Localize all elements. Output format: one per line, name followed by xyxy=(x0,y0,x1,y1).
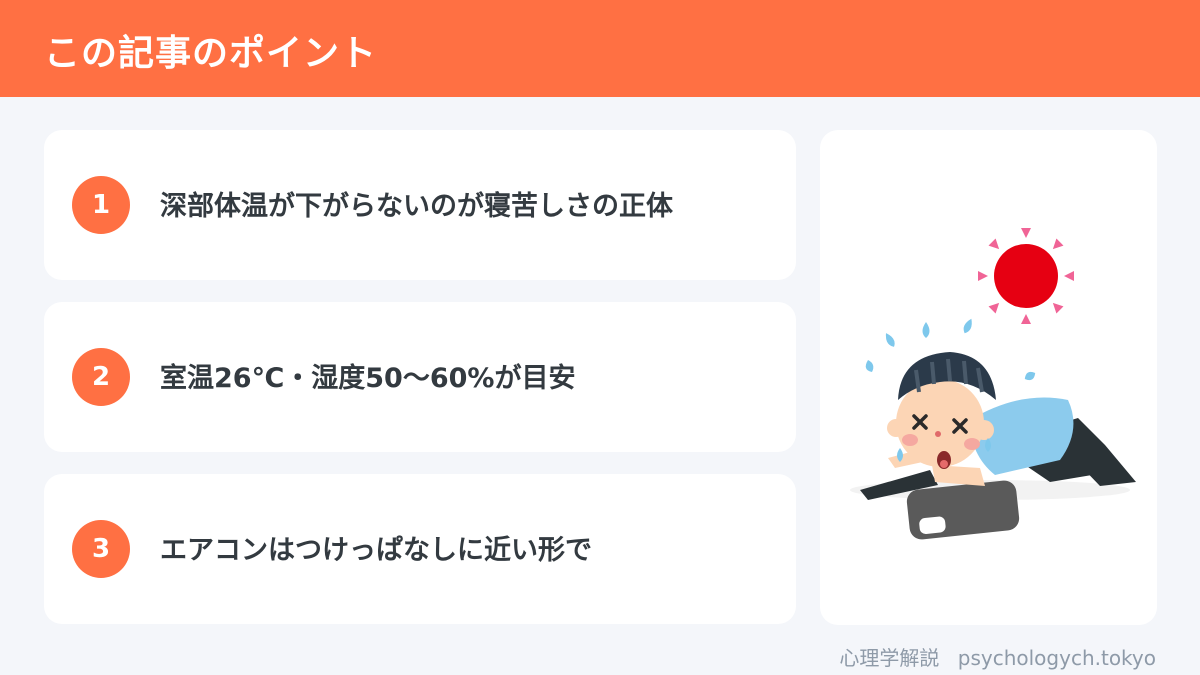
point-number-badge: 1 xyxy=(72,176,130,234)
point-text: 深部体温が下がらないのが寝苦しさの正体 xyxy=(160,191,673,222)
heatstroke-person-icon xyxy=(850,228,1136,540)
point-text: エアコンはつけっぱなしに近い形で xyxy=(160,535,592,566)
point-text: 室温26℃・湿度50〜60%が目安 xyxy=(160,363,576,394)
point-card-2: 2 室温26℃・湿度50〜60%が目安 xyxy=(44,302,796,452)
site-domain: psychologych.tokyo xyxy=(957,646,1156,670)
point-number-badge: 2 xyxy=(72,348,130,406)
point-card-3: 3 エアコンはつけっぱなしに近い形で xyxy=(44,474,796,624)
footer-credit: 心理学解説 psychologych.tokyo xyxy=(839,642,1156,671)
page-title: この記事のポイント xyxy=(44,33,378,74)
sun-icon xyxy=(978,228,1074,324)
point-card-1: 1 深部体温が下がらないのが寝苦しさの正体 xyxy=(44,130,796,280)
header-bar: この記事のポイント xyxy=(0,0,1200,97)
point-number-badge: 3 xyxy=(72,520,130,578)
illustration-card xyxy=(820,130,1157,625)
site-name: 心理学解説 xyxy=(839,646,940,670)
